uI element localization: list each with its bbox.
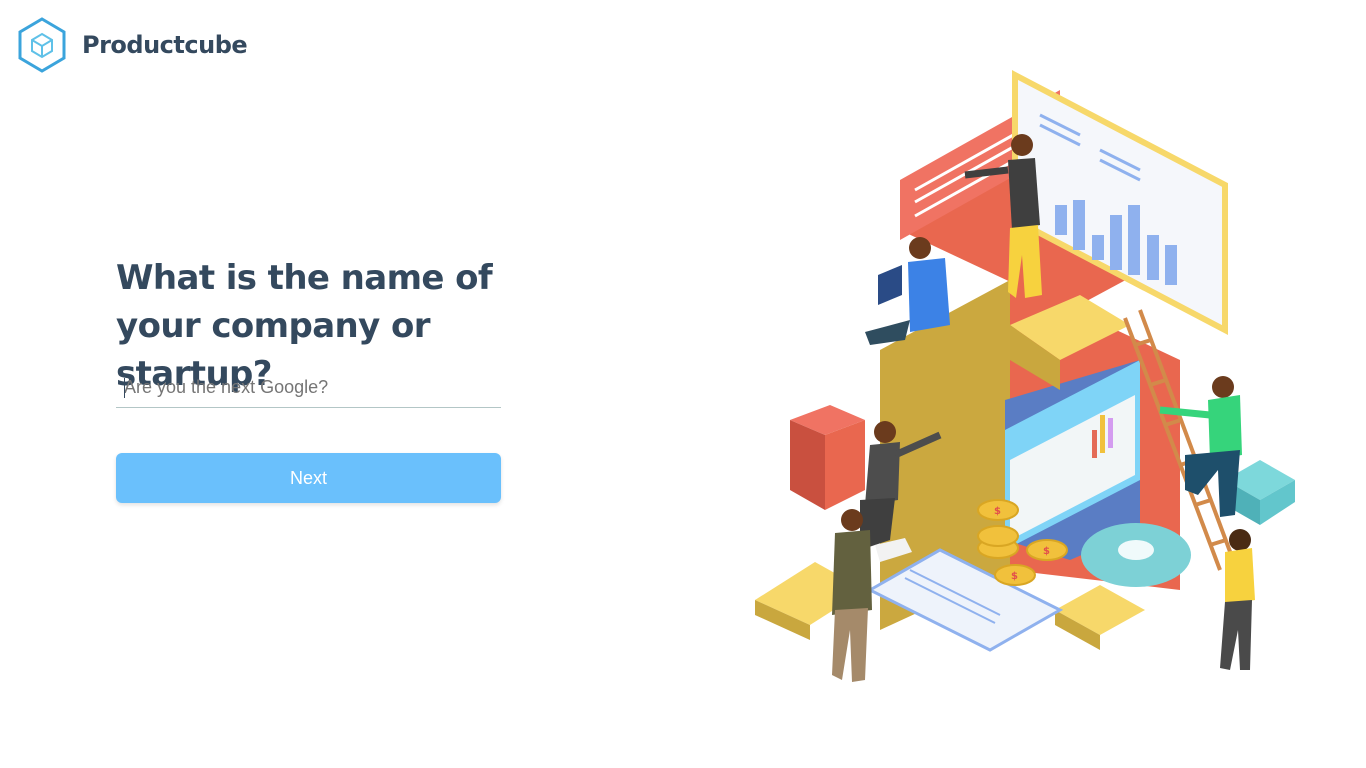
text-caret bbox=[124, 378, 125, 398]
brand-name[interactable]: Productcube bbox=[82, 31, 248, 59]
header: Productcube bbox=[18, 17, 248, 73]
coin-dollar-icon: $ bbox=[1043, 546, 1050, 557]
cube-logo-icon bbox=[18, 17, 66, 73]
coin-dollar-icon: $ bbox=[1011, 571, 1018, 582]
company-name-input[interactable] bbox=[116, 368, 501, 408]
coin-dollar-icon: $ bbox=[994, 506, 1001, 517]
next-button[interactable]: Next bbox=[116, 453, 501, 503]
business-team-illustration: $ $ $ bbox=[755, 70, 1295, 682]
